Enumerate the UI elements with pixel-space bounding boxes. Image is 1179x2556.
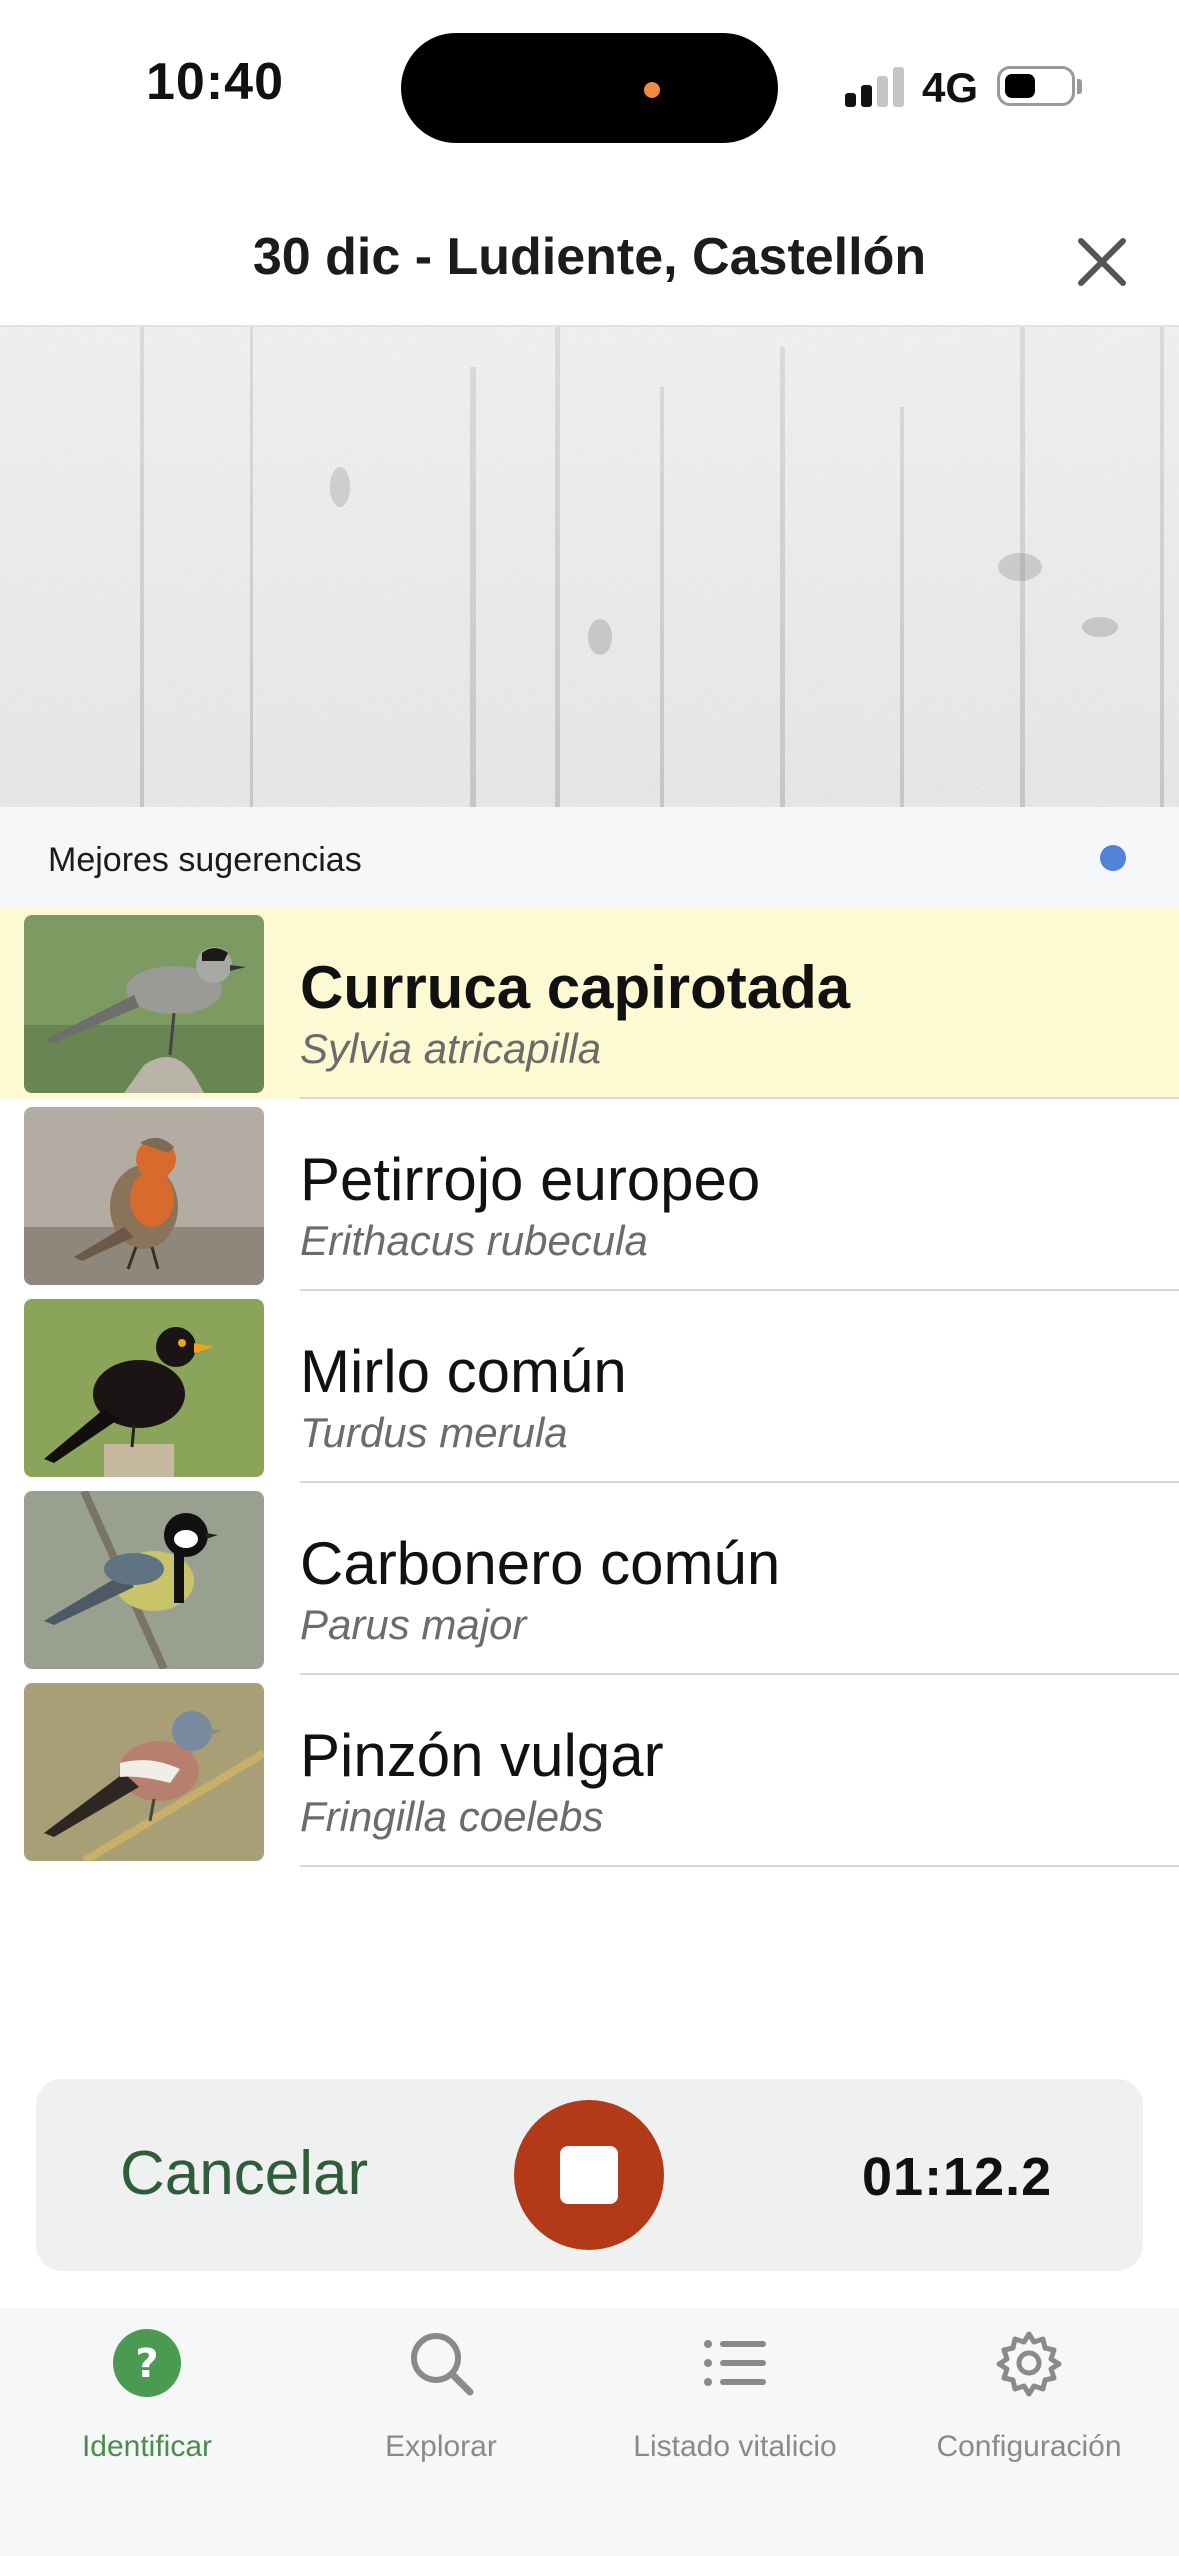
- tab-label: Identificar: [81, 2430, 213, 2463]
- bird-photo: [24, 1491, 264, 1669]
- tab-identificar[interactable]: ? Identificar: [0, 2308, 294, 2508]
- tab-listado-vitalicio[interactable]: Listado vitalicio: [588, 2308, 882, 2508]
- species-common-name: Mirlo común: [300, 1338, 627, 1405]
- recording-bar: Cancelar 01:12.2: [36, 2079, 1143, 2271]
- recording-timer: 01:12.2: [862, 2147, 1053, 2207]
- header: 30 dic - Ludiente, Castellón: [0, 175, 1179, 327]
- suggestions-header: Mejores sugerencias: [0, 807, 1179, 907]
- bird-photo: [24, 915, 264, 1093]
- tab-configuracion[interactable]: Configuración: [882, 2308, 1176, 2508]
- indicator-dot: [1100, 845, 1126, 871]
- network-type: 4G: [922, 64, 979, 111]
- bird-photo: [24, 1683, 264, 1861]
- species-scientific-name: Fringilla coelebs: [300, 1793, 604, 1840]
- close-button[interactable]: [1067, 227, 1137, 297]
- tab-explorar[interactable]: Explorar: [294, 2308, 588, 2508]
- cancel-button[interactable]: Cancelar: [120, 2138, 368, 2209]
- gear-icon: [996, 2331, 1062, 2397]
- list-item[interactable]: Pinzón vulgar Fringilla coelebs: [0, 1675, 1179, 1867]
- tab-label: Listado vitalicio: [633, 2430, 837, 2463]
- tab-label: Explorar: [385, 2430, 497, 2463]
- species-common-name: Carbonero común: [300, 1530, 781, 1597]
- spectrogram: [0, 327, 1179, 807]
- question-circle-icon: ?: [113, 2329, 181, 2397]
- status-bar: 10:40 4G: [0, 0, 1179, 175]
- species-common-name: Curruca capirotada: [300, 954, 851, 1021]
- signal-icon: [845, 67, 907, 107]
- list-icon: [704, 2340, 766, 2386]
- species-scientific-name: Erithacus rubecula: [300, 1217, 648, 1264]
- bird-photo: [24, 1299, 264, 1477]
- bird-photo: [24, 1107, 264, 1285]
- list-item[interactable]: Petirrojo europeo Erithacus rubecula: [0, 1099, 1179, 1291]
- row-divider: [300, 1865, 1179, 1867]
- svg-text:?: ?: [135, 2341, 158, 2387]
- stop-recording-button[interactable]: [514, 2100, 664, 2250]
- species-scientific-name: Parus major: [300, 1601, 527, 1648]
- close-icon: [1078, 238, 1126, 286]
- page-title: 30 dic - Ludiente, Castellón: [252, 228, 927, 286]
- species-list: Curruca capirotada Sylvia atricapilla Pe…: [0, 907, 1179, 1867]
- stop-icon: [560, 2146, 618, 2204]
- battery-cap: [1077, 79, 1082, 94]
- list-item[interactable]: Carbonero común Parus major: [0, 1483, 1179, 1675]
- species-scientific-name: Sylvia atricapilla: [300, 1025, 602, 1072]
- suggestions-title: Mejores sugerencias: [48, 841, 362, 879]
- list-item[interactable]: Mirlo común Turdus merula: [0, 1291, 1179, 1483]
- species-common-name: Pinzón vulgar: [300, 1722, 664, 1789]
- tab-label: Configuración: [936, 2430, 1122, 2463]
- battery-icon: [997, 66, 1075, 106]
- dynamic-island: [401, 33, 778, 143]
- search-icon: [411, 2333, 474, 2396]
- status-time: 10:40: [146, 53, 284, 111]
- species-scientific-name: Turdus merula: [300, 1409, 568, 1456]
- species-common-name: Petirrojo europeo: [300, 1146, 761, 1213]
- list-item[interactable]: Curruca capirotada Sylvia atricapilla: [0, 907, 1179, 1099]
- mic-indicator-dot: [644, 82, 660, 98]
- tab-bar: ? Identificar Explorar Listado vitalicio…: [0, 2308, 1179, 2556]
